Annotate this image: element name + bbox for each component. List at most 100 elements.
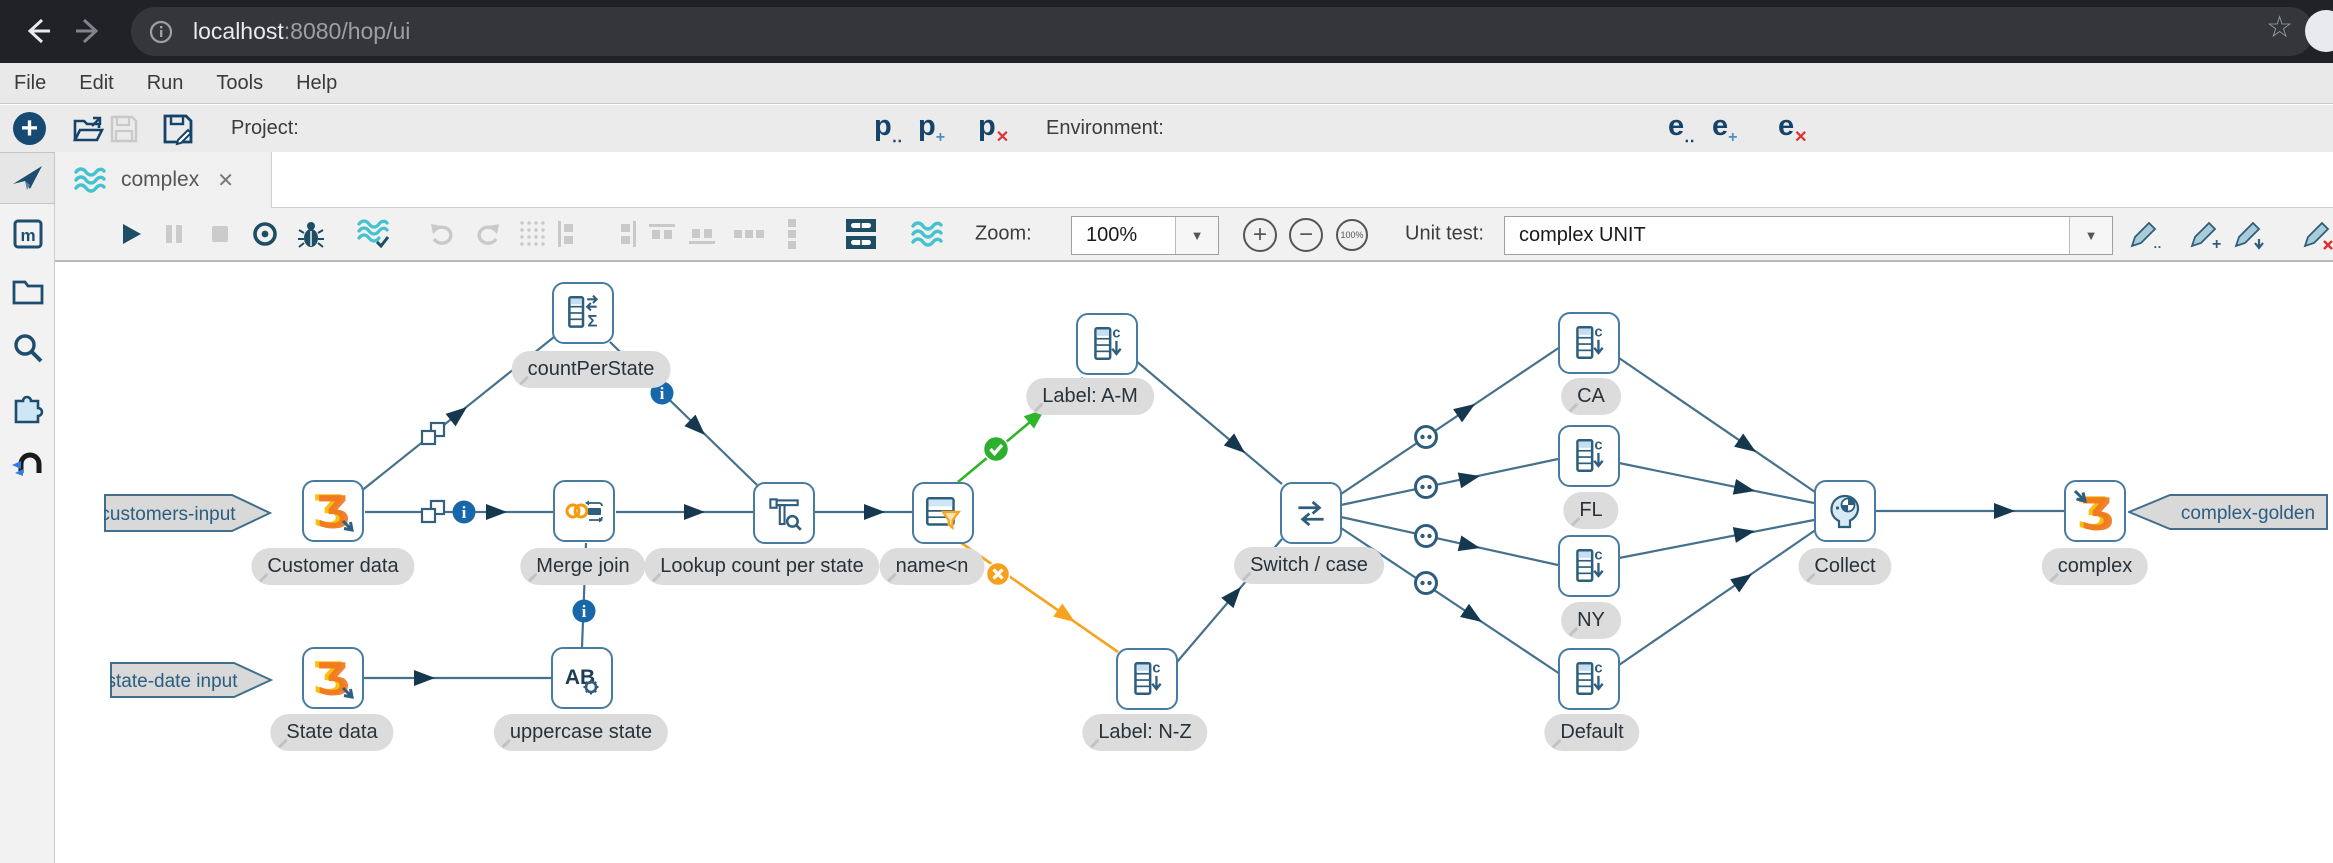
filter-true-icon[interactable]	[984, 437, 1009, 462]
edge-labelam-switch[interactable]	[1135, 360, 1282, 484]
unit-test-create-button[interactable]: +	[2187, 217, 2221, 251]
unit-test-detach-button[interactable]	[2231, 217, 2265, 251]
node-label[interactable]: NY	[1561, 602, 1621, 639]
open-file-button[interactable]	[71, 105, 105, 152]
menu-file[interactable]: File	[14, 72, 46, 95]
edge-fl-collect[interactable]	[1619, 463, 1814, 503]
transform-merge-join[interactable]	[553, 480, 615, 542]
zoom-value[interactable]: 100%	[1086, 224, 1175, 247]
perspective-file-explorer[interactable]	[0, 266, 55, 318]
zoom-reset-button[interactable]: 100%	[1336, 219, 1368, 251]
node-label[interactable]: countPerState	[512, 351, 671, 388]
transform-ca[interactable]: c	[1558, 312, 1620, 374]
menu-help[interactable]: Help	[296, 72, 337, 95]
distribute-vertical-button[interactable]	[782, 217, 802, 251]
transform-filter-rows[interactable]	[912, 482, 974, 544]
align-top-button[interactable]	[647, 221, 677, 247]
transform-switch-case[interactable]	[1280, 482, 1342, 544]
node-label[interactable]: Label: N-Z	[1082, 714, 1207, 751]
menu-run[interactable]: Run	[147, 72, 184, 95]
unit-test-edit-button[interactable]: …	[2127, 217, 2161, 251]
edge-ca-collect[interactable]	[1619, 358, 1815, 492]
node-label[interactable]: FL	[1563, 492, 1618, 529]
browser-forward-button[interactable]	[66, 8, 112, 54]
transform-lookup[interactable]	[753, 482, 815, 544]
edge-switch-fl[interactable]	[1341, 459, 1558, 505]
node-label[interactable]: complex	[2042, 548, 2148, 585]
tab-close-icon[interactable]: ✕	[217, 168, 234, 193]
save-button[interactable]	[108, 105, 140, 152]
zoom-combo[interactable]: 100% ▼	[1071, 216, 1219, 255]
snap-to-grid-button[interactable]	[518, 219, 548, 249]
save-as-button[interactable]	[160, 105, 196, 152]
check-pipeline-button[interactable]	[355, 218, 391, 250]
browser-back-button[interactable]	[14, 8, 60, 54]
unit-test-delete-button[interactable]	[2300, 217, 2333, 251]
transform-collect[interactable]	[1814, 480, 1876, 542]
url-bar[interactable]: localhost:8080/hop/ui	[131, 7, 2314, 56]
unit-test-combo[interactable]: complex UNIT ▼	[1504, 216, 2113, 255]
unit-test-value[interactable]: complex UNIT	[1519, 224, 2069, 247]
run-button[interactable]	[118, 221, 144, 247]
transform-customer-data[interactable]: Ʒ Ʒ	[302, 480, 364, 542]
stop-button[interactable]	[209, 223, 231, 245]
transform-countperstate[interactable]: Σ	[552, 282, 614, 344]
new-item-button[interactable]: +	[13, 112, 46, 145]
debug-button[interactable]	[297, 219, 325, 249]
redo-button[interactable]	[473, 222, 501, 246]
transform-default[interactable]: c	[1558, 648, 1620, 710]
unit-test-combo-arrow-icon[interactable]: ▼	[2069, 217, 2112, 254]
edge-switch-ca[interactable]	[1341, 347, 1560, 494]
zoom-combo-arrow-icon[interactable]: ▼	[1175, 217, 1218, 254]
site-info-icon[interactable]	[147, 18, 175, 46]
transform-ny[interactable]: c	[1558, 535, 1620, 597]
tab-complex[interactable]: complex ✕	[55, 152, 272, 208]
node-label[interactable]: name<n	[880, 548, 985, 585]
align-bottom-button[interactable]	[687, 221, 717, 247]
project-delete-button[interactable]: p✕	[978, 105, 1009, 152]
menu-tools[interactable]: Tools	[216, 72, 263, 95]
project-add-button[interactable]: p+	[918, 105, 945, 152]
edge-filter-false[interactable]	[960, 542, 1118, 652]
menu-edit[interactable]: Edit	[79, 72, 113, 95]
pause-button[interactable]	[162, 222, 186, 246]
pipeline-canvas[interactable]: i i i customers-input state-date input	[55, 261, 2333, 863]
zoom-in-button[interactable]: +	[1243, 218, 1277, 252]
filter-false-icon[interactable]	[987, 563, 1010, 586]
output-marker-complex-golden[interactable]: complex-golden	[2128, 494, 2328, 530]
node-label[interactable]: Default	[1544, 714, 1639, 751]
input-marker-statedate[interactable]: state-date input	[110, 662, 273, 698]
transform-complex[interactable]: Ʒ Ʒ	[2064, 480, 2126, 542]
node-label[interactable]: Switch / case	[1234, 547, 1384, 584]
transform-fl[interactable]: c	[1558, 425, 1620, 487]
transform-state-data[interactable]: Ʒ Ʒ	[302, 647, 364, 709]
environment-delete-button[interactable]: e✕	[1778, 105, 1808, 152]
node-label[interactable]: CA	[1561, 378, 1621, 415]
show-execution-results-button[interactable]	[842, 215, 880, 253]
undo-button[interactable]	[429, 222, 457, 246]
url-text[interactable]: localhost:8080/hop/ui	[193, 18, 410, 45]
preview-button[interactable]	[251, 220, 279, 248]
copy-rows-icons[interactable]	[422, 423, 444, 522]
node-label[interactable]: State data	[270, 714, 393, 751]
transform-label-nz[interactable]: c	[1116, 648, 1178, 710]
input-marker-customers[interactable]: customers-input	[104, 494, 272, 532]
edge-default-collect[interactable]	[1619, 529, 1817, 665]
switch-target-icons[interactable]	[1416, 427, 1437, 594]
perspective-plugins[interactable]	[0, 380, 55, 432]
zoom-out-button[interactable]: −	[1289, 218, 1323, 252]
node-label[interactable]: Customer data	[251, 548, 414, 585]
distribute-horizontal-button[interactable]	[732, 224, 766, 244]
node-label[interactable]: uppercase state	[494, 714, 668, 751]
environment-add-button[interactable]: e+	[1712, 105, 1737, 152]
node-label[interactable]: Lookup count per state	[644, 548, 879, 585]
bookmark-star-icon[interactable]: ☆	[2266, 10, 2293, 45]
environment-edit-button[interactable]: e‥	[1668, 105, 1695, 152]
perspective-neo4j[interactable]	[0, 436, 55, 488]
perspective-search[interactable]	[0, 322, 55, 374]
align-left-button[interactable]	[555, 219, 581, 249]
perspective-metadata[interactable]: m	[0, 208, 55, 260]
perspective-data-orchestration[interactable]	[0, 152, 55, 204]
transform-uppercase-state[interactable]: AB	[551, 647, 613, 709]
project-edit-button[interactable]: p‥	[874, 105, 902, 152]
